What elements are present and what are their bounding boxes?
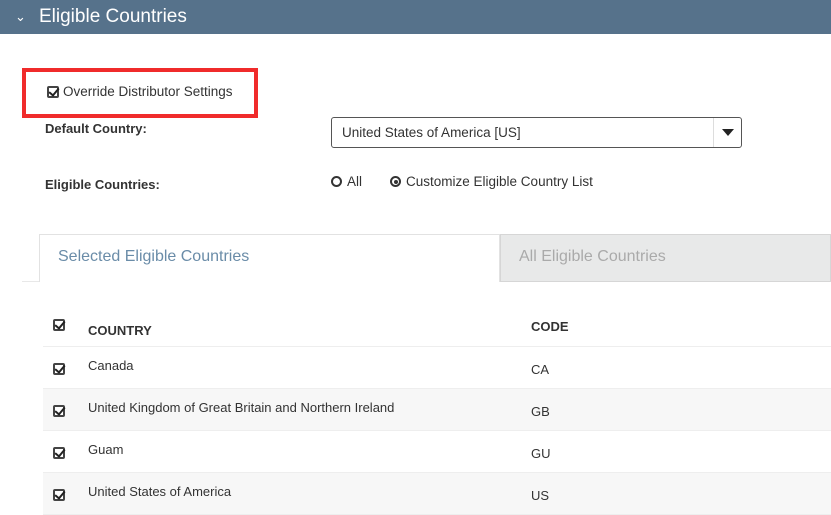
- section-title: Eligible Countries: [39, 6, 187, 27]
- tab-all-eligible-countries[interactable]: All Eligible Countries: [500, 234, 831, 282]
- override-label: Override Distributor Settings: [63, 84, 233, 99]
- default-country-select[interactable]: United States of America [US]: [331, 117, 742, 148]
- override-distributor-checkbox[interactable]: Override Distributor Settings: [47, 84, 233, 99]
- caret-down-icon: [721, 129, 734, 136]
- column-header-code[interactable]: CODE: [531, 319, 569, 334]
- default-country-label: Default Country:: [45, 121, 147, 136]
- chevron-down-icon[interactable]: ⌄: [15, 9, 33, 25]
- section-header[interactable]: ⌄ Eligible Countries: [0, 0, 831, 34]
- country-cell: Guam: [88, 442, 124, 457]
- table-row[interactable]: United Kingdom of Great Britain and Nort…: [43, 389, 831, 431]
- code-cell: US: [531, 488, 550, 503]
- tab-selected-eligible-countries[interactable]: Selected Eligible Countries: [39, 234, 500, 282]
- row-checkbox[interactable]: [53, 405, 65, 417]
- table-header: COUNTRY CODE: [43, 312, 831, 347]
- radio-icon[interactable]: [331, 176, 342, 187]
- row-checkbox[interactable]: [53, 447, 65, 459]
- eligible-countries-label: Eligible Countries:: [45, 177, 160, 192]
- country-cell: Canada: [88, 358, 134, 373]
- checkbox-checked-icon[interactable]: [47, 85, 59, 98]
- radio-selected-icon[interactable]: [390, 176, 402, 187]
- code-cell: CA: [531, 362, 550, 377]
- radio-customize-label: Customize Eligible Country List: [406, 174, 593, 189]
- country-cell: United States of America: [88, 484, 232, 499]
- radio-all[interactable]: All: [331, 174, 362, 189]
- radio-all-label: All: [347, 174, 363, 189]
- table-row[interactable]: Guam GU: [43, 431, 831, 473]
- dropdown-button[interactable]: [713, 118, 741, 147]
- code-cell: GU: [531, 446, 551, 461]
- countries-table: COUNTRY CODE Canada CA United Kingdom of…: [43, 312, 831, 515]
- select-all-checkbox[interactable]: [53, 319, 65, 331]
- row-checkbox[interactable]: [53, 489, 65, 501]
- table-row[interactable]: Canada CA: [43, 347, 831, 389]
- column-header-country[interactable]: COUNTRY: [88, 323, 152, 338]
- country-cell: United Kingdom of Great Britain and Nort…: [88, 400, 395, 415]
- radio-customize[interactable]: Customize Eligible Country List: [390, 174, 593, 189]
- table-row[interactable]: United States of America US: [43, 473, 831, 515]
- default-country-value: United States of America [US]: [342, 125, 521, 140]
- row-checkbox[interactable]: [53, 363, 65, 375]
- code-cell: GB: [531, 404, 550, 419]
